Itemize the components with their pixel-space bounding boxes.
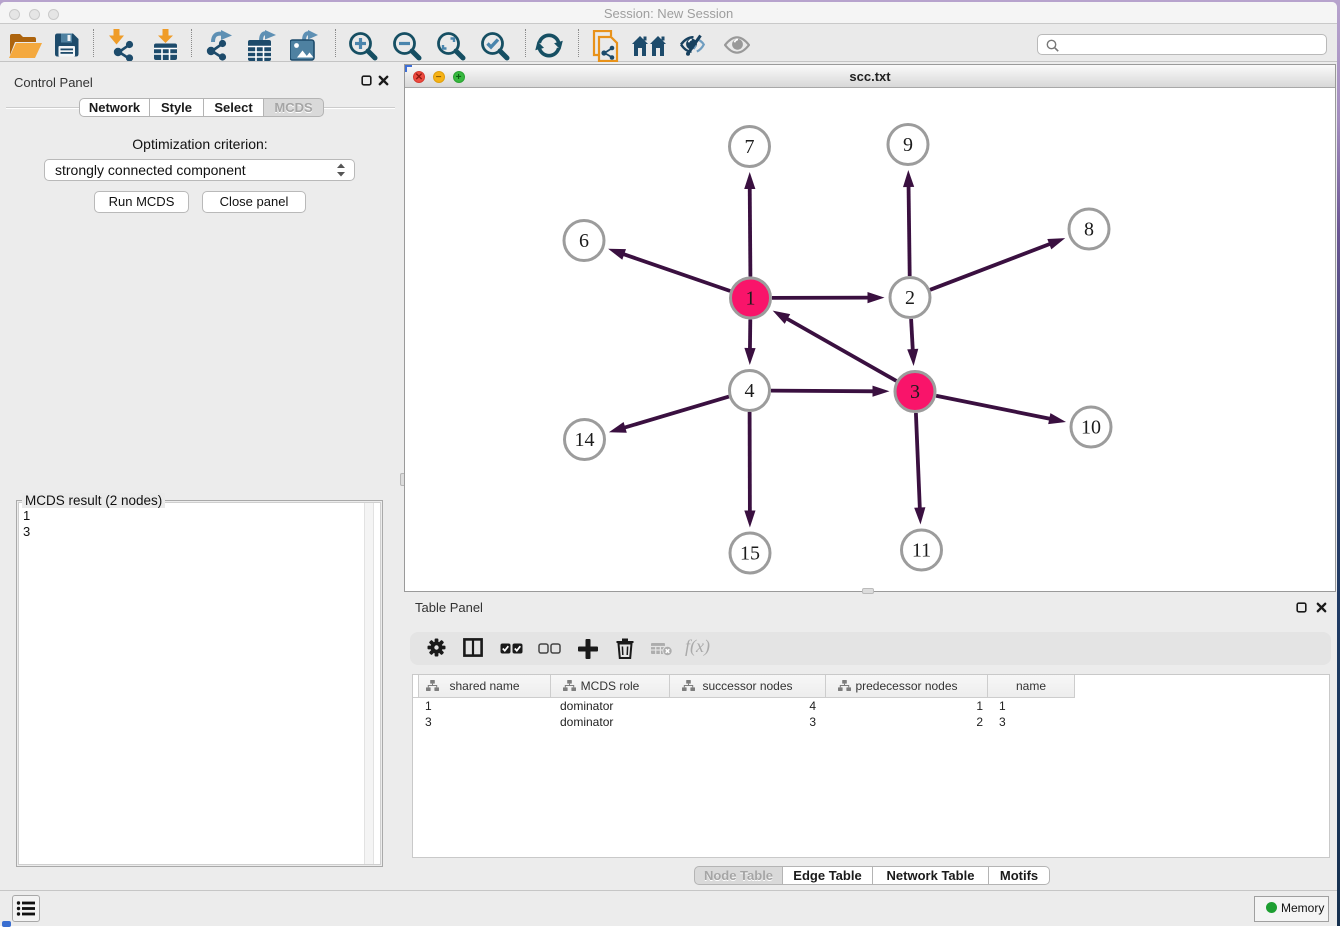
svg-text:1: 1 — [746, 288, 756, 310]
svg-text:15: 15 — [740, 543, 760, 565]
svg-text:7: 7 — [745, 136, 755, 158]
svg-text:6: 6 — [579, 230, 589, 252]
svg-text:10: 10 — [1081, 417, 1101, 439]
svg-text:9: 9 — [903, 134, 913, 156]
svg-text:3: 3 — [910, 381, 920, 403]
svg-text:8: 8 — [1084, 219, 1094, 241]
svg-text:2: 2 — [905, 287, 915, 309]
svg-text:11: 11 — [912, 540, 931, 562]
svg-text:14: 14 — [575, 429, 595, 451]
svg-text:4: 4 — [745, 380, 755, 402]
